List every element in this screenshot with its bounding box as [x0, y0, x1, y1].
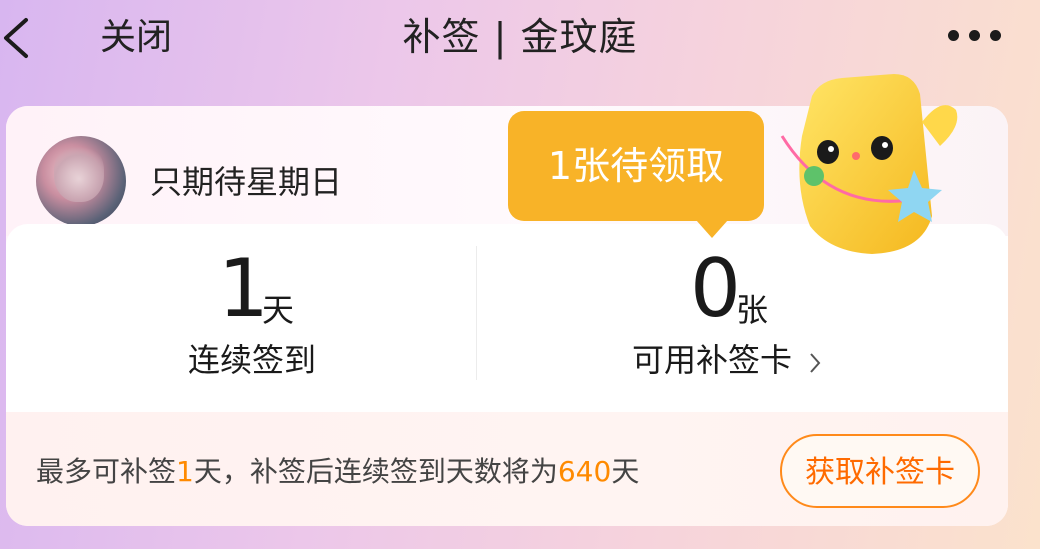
makeup-info-text: 最多可补签1天，补签后连续签到天数将为640天: [36, 452, 639, 492]
more-dots-icon[interactable]: [940, 22, 1010, 48]
info-makeup-days: 1: [176, 455, 194, 488]
page-title: 补签 | 金玟庭: [402, 15, 638, 59]
cards-count-value: 0: [690, 242, 741, 335]
streak-days-unit: 天: [262, 291, 295, 329]
pending-claim-tooltip[interactable]: 1张待领取: [508, 111, 764, 221]
stats-divider: [476, 246, 477, 380]
avatar[interactable]: [36, 136, 126, 226]
info-total-days: 640: [557, 455, 612, 488]
mascot-illustration: [780, 74, 958, 254]
chevron-right-icon[interactable]: [808, 350, 822, 376]
username: 只期待星期日: [150, 163, 343, 201]
info-text-part3: 天: [611, 455, 640, 488]
available-cards-link[interactable]: 可用补签卡: [632, 338, 792, 382]
info-text-part2: 天，补签后连续签到天数将为: [193, 455, 558, 488]
info-text-part1: 最多可补签: [36, 455, 177, 488]
streak-label: 连续签到: [188, 341, 317, 379]
cards-count-unit: 张: [736, 291, 769, 329]
bottom-bar: 最多可补签1天，补签后连续签到天数将为640天 获取补签卡: [6, 412, 1008, 526]
get-card-button[interactable]: 获取补签卡: [780, 434, 980, 508]
tooltip-arrow: [696, 220, 728, 238]
